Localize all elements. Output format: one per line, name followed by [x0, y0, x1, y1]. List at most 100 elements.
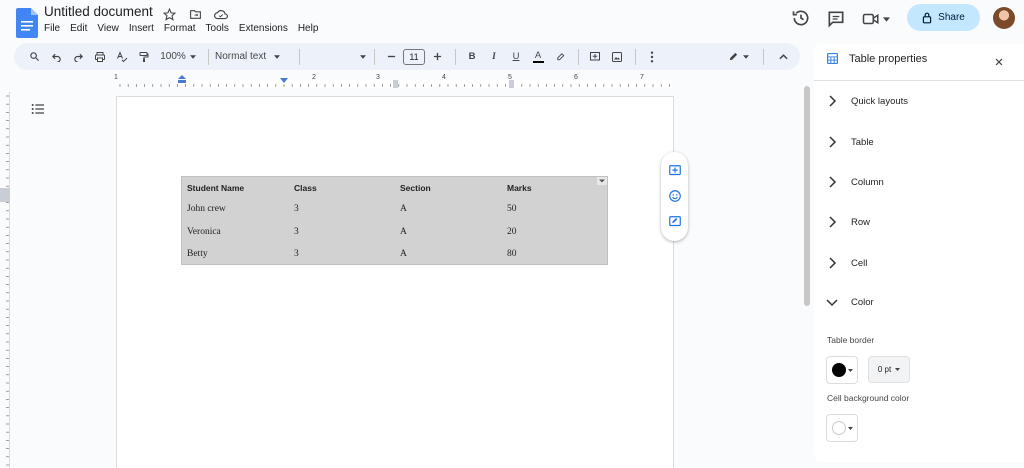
spellcheck-icon[interactable] [112, 46, 132, 68]
table-cell[interactable]: 80 [502, 243, 607, 266]
document-page[interactable] [116, 96, 674, 468]
section-label: Color [851, 297, 874, 308]
table-header-cell[interactable]: Student Name [182, 177, 289, 198]
scrollbar[interactable] [804, 86, 810, 306]
chevron-down-icon [895, 368, 901, 371]
table-header-row: Student Name Class Section Marks [182, 177, 607, 198]
comments-icon[interactable] [826, 9, 846, 29]
table-header-cell[interactable]: Section [395, 177, 502, 198]
chevron-right-icon [829, 95, 837, 107]
cell-bg-color-button[interactable] [826, 414, 858, 442]
chevron-right-icon [829, 176, 837, 188]
chevron-down-icon [847, 426, 853, 430]
paint-format-icon[interactable] [134, 46, 154, 68]
italic-button[interactable]: I [484, 46, 504, 68]
increase-font-button[interactable] [427, 46, 447, 68]
zoom-select[interactable]: 100% [156, 46, 200, 68]
chevron-down-icon [883, 16, 890, 22]
avatar[interactable] [993, 7, 1015, 29]
style-select[interactable]: Normal text [215, 46, 295, 68]
lock-icon [922, 12, 932, 23]
menu-extensions[interactable]: Extensions [239, 23, 288, 34]
table-options-icon[interactable] [597, 177, 607, 185]
document-title[interactable]: Untitled document [44, 4, 153, 19]
bold-button[interactable]: B [462, 46, 482, 68]
section-label: Quick layouts [851, 95, 909, 107]
ruler-number: 5 [508, 74, 512, 81]
font-select[interactable] [306, 46, 366, 68]
chevron-down-icon [274, 54, 281, 59]
table-cell[interactable]: Betty [182, 243, 289, 266]
title-actions [161, 6, 229, 22]
meet-button[interactable] [862, 9, 894, 29]
table-cell[interactable]: 20 [502, 221, 607, 244]
move-folder-icon[interactable] [187, 6, 203, 22]
chevron-right-icon [829, 216, 837, 228]
menu-format[interactable]: Format [164, 23, 196, 34]
text-color-button[interactable]: A [528, 46, 548, 68]
section-column[interactable]: Column [828, 176, 884, 188]
collapse-icon[interactable] [772, 46, 794, 68]
section-row[interactable]: Row [828, 216, 870, 228]
close-icon[interactable] [992, 55, 1006, 69]
print-icon[interactable] [90, 46, 110, 68]
table-cell[interactable]: A [395, 243, 502, 266]
section-cell[interactable]: Cell [828, 257, 867, 269]
redo-icon[interactable] [68, 46, 88, 68]
insert-image-icon[interactable] [607, 46, 627, 68]
table-cell[interactable]: A [395, 198, 502, 221]
menu-file[interactable]: File [44, 23, 60, 34]
font-size-input[interactable]: 11 [403, 46, 425, 68]
table-cell[interactable]: A [395, 221, 502, 244]
menu-tools[interactable]: Tools [206, 23, 229, 34]
decrease-font-button[interactable] [381, 46, 401, 68]
share-button[interactable]: Share [907, 4, 980, 31]
floating-actions [661, 152, 688, 241]
section-table[interactable]: Table [828, 136, 874, 148]
border-color-button[interactable] [826, 356, 858, 384]
section-quick-layouts[interactable]: Quick layouts [828, 95, 908, 107]
panel-header: Table properties [826, 52, 927, 65]
font-size-value: 11 [403, 48, 425, 65]
panel-divider [814, 80, 1024, 81]
add-comment-icon[interactable] [668, 164, 682, 178]
horizontal-ruler: 1 2 3 4 5 6 7 [114, 74, 676, 88]
search-icon[interactable] [24, 46, 44, 68]
table-header-cell[interactable]: Class [289, 177, 395, 198]
underline-button[interactable]: U [506, 46, 526, 68]
menu-insert[interactable]: Insert [129, 23, 154, 34]
ruler-number: 6 [574, 74, 578, 81]
suggest-edit-icon[interactable] [668, 215, 682, 229]
table-cell[interactable]: 3 [289, 221, 395, 244]
emoji-icon[interactable] [668, 189, 682, 203]
toolbar-divider [208, 48, 209, 65]
section-color[interactable]: Color [826, 297, 874, 308]
menu-view[interactable]: View [97, 23, 119, 34]
toolbar-divider [374, 48, 375, 65]
star-icon[interactable] [161, 6, 177, 22]
meet-icon [862, 13, 879, 25]
undo-icon[interactable] [46, 46, 66, 68]
insert-comment-icon[interactable] [585, 46, 605, 68]
border-width-select[interactable]: 0 pt [868, 356, 910, 383]
outline-icon[interactable] [30, 101, 46, 117]
menu-edit[interactable]: Edit [70, 23, 87, 34]
table-cell[interactable]: John crew [182, 198, 289, 221]
table-cell[interactable]: 50 [502, 198, 607, 221]
table-header-cell[interactable]: Marks [502, 177, 607, 198]
section-label: Column [851, 176, 884, 188]
cloud-saved-icon[interactable] [213, 6, 229, 22]
table-row: Veronica 3 A 20 [182, 221, 607, 244]
data-table[interactable]: Student Name Class Section Marks John cr… [181, 176, 608, 265]
edit-mode-button[interactable] [728, 46, 749, 68]
table-cell[interactable]: 3 [289, 198, 395, 221]
menu-help[interactable]: Help [298, 23, 319, 34]
highlight-icon[interactable] [550, 46, 570, 68]
docs-logo-icon[interactable] [16, 8, 38, 38]
table-cell[interactable]: Veronica [182, 221, 289, 244]
text-color-swatch [532, 60, 544, 63]
toolbar-divider [763, 48, 764, 65]
table-cell[interactable]: 3 [289, 243, 395, 266]
more-icon[interactable] [642, 46, 662, 68]
history-icon[interactable] [791, 8, 811, 28]
